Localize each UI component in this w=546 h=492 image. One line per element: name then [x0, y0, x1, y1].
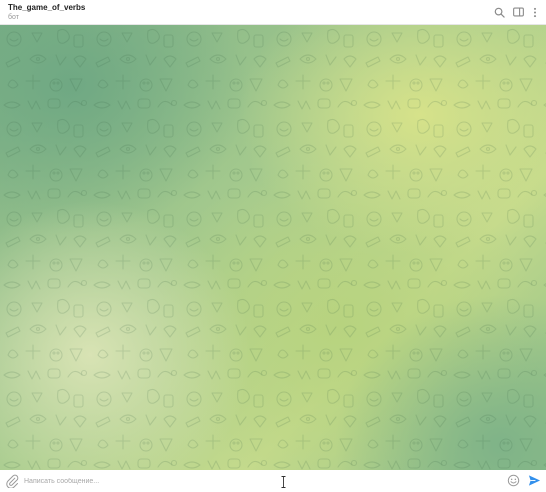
chat-header: The_game_of_verbs бот	[0, 0, 546, 25]
chat-status: бот	[8, 14, 19, 21]
message-composer	[0, 470, 546, 492]
emoji-icon[interactable]	[507, 474, 521, 488]
search-icon[interactable]	[492, 5, 506, 19]
sidebar-toggle-icon[interactable]	[511, 5, 525, 19]
chat-wallpaper	[0, 25, 546, 470]
paperclip-icon[interactable]	[5, 474, 19, 489]
doodle-pattern	[0, 25, 546, 470]
chat-title[interactable]: The_game_of_verbs	[8, 3, 85, 13]
telegram-chat-window: The_game_of_verbs бот	[0, 0, 546, 492]
message-input[interactable]	[24, 473, 494, 489]
text-cursor-icon	[281, 475, 286, 488]
more-vertical-icon[interactable]	[528, 5, 542, 19]
send-icon[interactable]	[528, 474, 542, 488]
